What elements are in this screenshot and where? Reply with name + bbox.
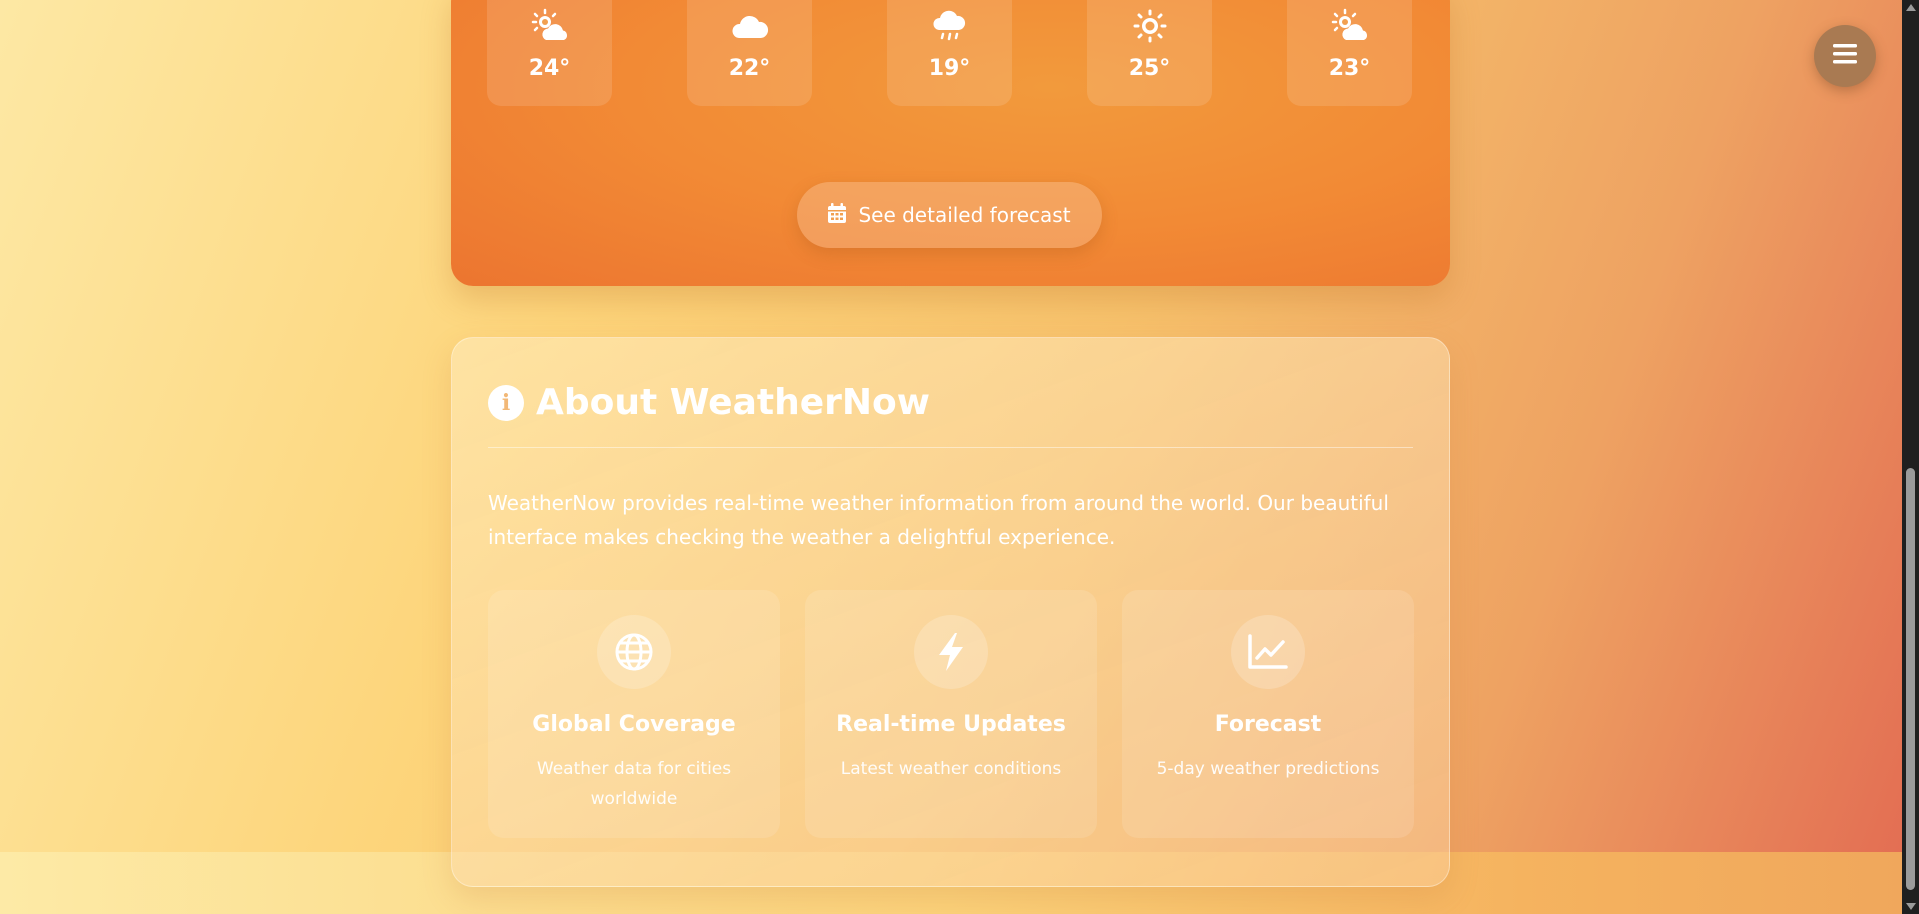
page-scrollbar[interactable] <box>1902 0 1919 914</box>
feature-description: 5-day weather predictions <box>1156 759 1380 779</box>
scroll-down-arrow[interactable] <box>1906 903 1916 910</box>
sun-cloud-icon <box>1287 8 1412 44</box>
feature-card-real-time-updates: Real-time Updates Latest weather conditi… <box>805 590 1097 838</box>
sun-cloud-icon <box>487 8 612 44</box>
forecast-card: 24° 22° 19° 25° 23° See detailed forecas… <box>451 0 1450 286</box>
see-detailed-forecast-button[interactable]: See detailed forecast <box>797 182 1102 248</box>
feature-description: Weather data for cities worldwide <box>536 759 732 809</box>
globe-icon <box>597 615 671 689</box>
feature-description: Latest weather conditions <box>840 759 1062 779</box>
forecast-day-4: 25° <box>1087 0 1212 106</box>
scroll-up-arrow[interactable] <box>1906 4 1916 11</box>
info-icon: i <box>488 384 524 421</box>
feature-card-global-coverage: Global Coverage Weather data for cities … <box>488 590 780 838</box>
feature-title: Forecast <box>1214 712 1322 737</box>
scrollbar-thumb[interactable] <box>1906 468 1915 890</box>
forecast-day-3: 19° <box>887 0 1012 106</box>
forecast-day-5: 23° <box>1287 0 1412 106</box>
forecast-temp: 22° <box>728 56 771 81</box>
rain-cloud-icon <box>887 8 1012 44</box>
chart-line-icon <box>1231 615 1305 689</box>
forecast-temp: 19° <box>928 56 971 81</box>
about-description: WeatherNow provides real-time weather in… <box>488 491 1389 549</box>
menu-button[interactable] <box>1814 25 1876 87</box>
about-title: About WeatherNow <box>536 382 930 423</box>
feature-title: Global Coverage <box>532 712 736 737</box>
forecast-temp: 24° <box>528 56 571 81</box>
forecast-day-2: 22° <box>687 0 812 106</box>
about-card: i About WeatherNow WeatherNow provides r… <box>451 337 1450 887</box>
see-detailed-forecast-label: See detailed forecast <box>858 203 1071 227</box>
lightning-icon <box>914 615 988 689</box>
forecast-day-1: 24° <box>487 0 612 106</box>
about-header: i About WeatherNow <box>488 382 930 423</box>
sun-icon <box>1087 8 1212 44</box>
feature-title: Real-time Updates <box>836 712 1066 737</box>
forecast-temp: 25° <box>1128 56 1171 81</box>
cloud-icon <box>687 8 812 44</box>
hamburger-menu-icon <box>1833 44 1857 68</box>
calendar-icon <box>828 202 847 228</box>
feature-card-forecast: Forecast 5-day weather predictions <box>1122 590 1414 838</box>
about-divider <box>488 447 1413 448</box>
forecast-temp: 23° <box>1328 56 1371 81</box>
